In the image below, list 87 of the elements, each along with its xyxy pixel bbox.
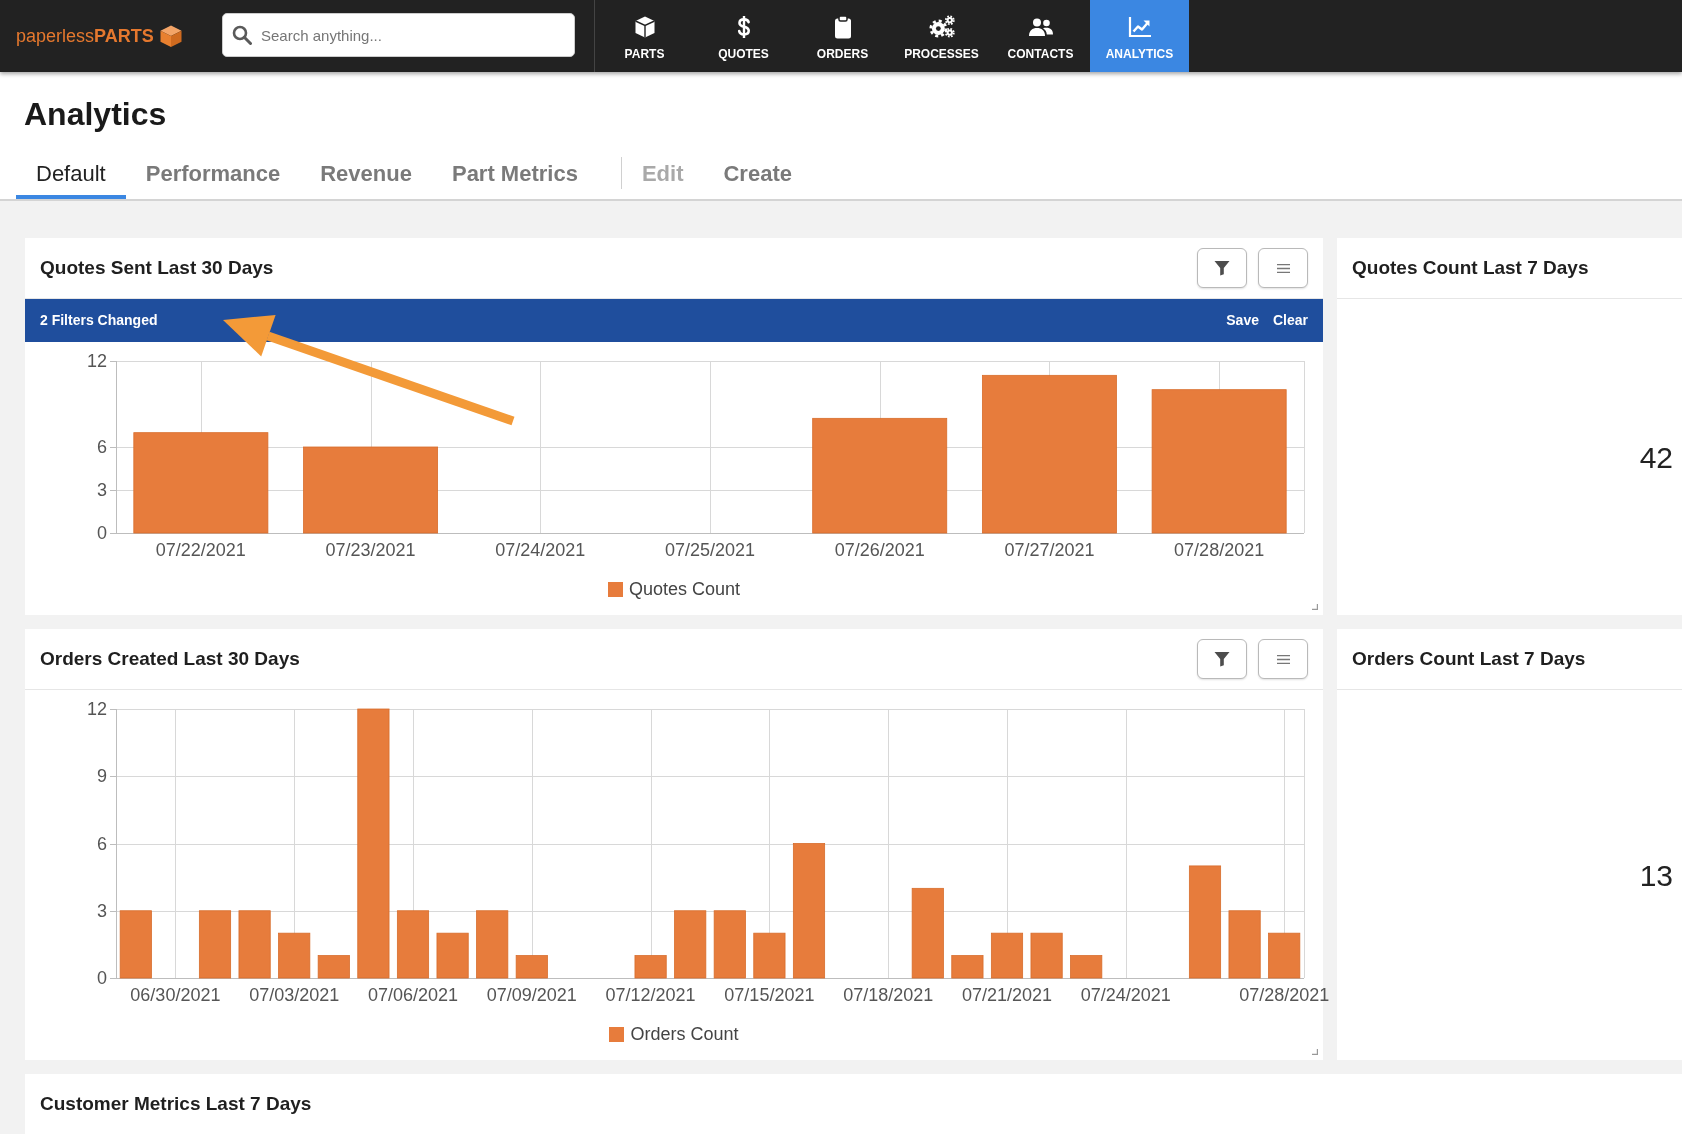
axis-tick-label: 07/23/2021 <box>325 540 416 560</box>
action-link[interactable]: Create <box>703 151 812 199</box>
filter-icon <box>1214 260 1230 276</box>
filter-button[interactable] <box>1197 639 1247 679</box>
axis-tick-label: 3 <box>97 480 107 500</box>
chart-bar <box>476 910 509 979</box>
nav-item[interactable]: PROCESSES <box>892 0 991 72</box>
widget-title: Orders Created Last 30 Days <box>40 646 300 671</box>
metric-value: 13 <box>1639 857 1673 894</box>
chart-bar <box>278 932 311 979</box>
cube-logo-icon <box>158 24 183 48</box>
widget-title: Quotes Count Last 7 Days <box>1352 255 1589 280</box>
menu-icon <box>1276 654 1290 664</box>
legend-label: Quotes Count <box>628 577 741 601</box>
axis-tick-label: 12 <box>86 351 107 371</box>
banner-action-link[interactable]: Clear <box>1272 310 1308 331</box>
chart-bar <box>198 910 232 979</box>
axis-tick-label: 07/24/2021 <box>495 540 586 560</box>
widget-title: Quotes Sent Last 30 Days <box>40 255 274 280</box>
cube-icon <box>632 14 657 39</box>
chart-bar <box>753 932 786 979</box>
axis-tick-label: 07/22/2021 <box>155 540 246 560</box>
axis-tick-label: 07/06/2021 <box>367 985 459 1005</box>
chart-bar <box>1268 932 1301 979</box>
axis-tick-label: 07/18/2021 <box>843 985 934 1005</box>
dollar-icon <box>736 14 751 39</box>
chart-bar <box>634 955 667 979</box>
axis-tick-label: 06/30/2021 <box>130 985 221 1005</box>
tab[interactable]: Revenue <box>300 151 432 199</box>
nav-item[interactable]: CONTACTS <box>991 0 1090 72</box>
search-icon <box>232 25 252 45</box>
gears-icon <box>928 14 955 39</box>
chart-bar <box>951 955 984 979</box>
nav-item[interactable]: PARTS <box>595 0 694 72</box>
legend-label: Orders Count <box>630 1022 739 1046</box>
chart-bar <box>713 910 746 979</box>
axis-tick-label: 07/28/2021 <box>1174 540 1265 560</box>
people-icon <box>1027 16 1054 37</box>
clipboard-icon <box>832 14 853 39</box>
nav-item[interactable]: ANALYTICS <box>1090 0 1189 72</box>
axis-tick-label: 6 <box>97 833 107 854</box>
chart-bar <box>317 955 350 979</box>
axis-tick-label: 07/26/2021 <box>834 540 925 560</box>
banner-action-link[interactable]: Save <box>1226 310 1259 331</box>
axis-tick-label: 07/24/2021 <box>1080 985 1171 1005</box>
axis-tick-label: 9 <box>97 766 107 787</box>
axis-tick-label: 6 <box>97 437 107 457</box>
axis-tick-label: 07/15/2021 <box>724 985 815 1005</box>
filter-icon <box>1214 651 1230 667</box>
widget-title: Customer Metrics Last 7 Days <box>40 1091 312 1116</box>
filter-status-text: 2 Filters Changed <box>40 311 158 330</box>
chart-bar <box>990 932 1024 979</box>
axis-tick-label: 12 <box>86 699 107 719</box>
chart-bar <box>396 910 430 979</box>
chart-bar <box>436 932 469 979</box>
axis-tick-label: 3 <box>97 900 107 921</box>
tab[interactable]: Part Metrics <box>431 151 598 199</box>
resize-handle-icon <box>1312 604 1318 610</box>
axis-tick-label: 07/09/2021 <box>486 985 577 1005</box>
axis-tick-label: 07/28/2021 <box>1239 985 1330 1005</box>
tab[interactable]: Default <box>16 151 126 199</box>
chart-bar <box>1070 955 1103 979</box>
nav-item[interactable]: ORDERS <box>793 0 892 72</box>
chart-bar <box>238 910 271 979</box>
axis-tick-label: 07/25/2021 <box>664 540 756 560</box>
widget-title: Orders Count Last 7 Days <box>1352 646 1586 671</box>
line-chart-icon <box>1127 15 1152 38</box>
chart-bar <box>674 910 707 979</box>
logo-link[interactable]: paperlessPARTS <box>0 0 222 72</box>
chart-bar <box>1228 910 1261 979</box>
axis-tick-label: 07/27/2021 <box>1004 540 1095 560</box>
axis-tick-label: 0 <box>97 523 107 543</box>
menu-icon <box>1276 263 1290 273</box>
tab[interactable]: Performance <box>125 151 301 199</box>
metric-value: 42 <box>1639 439 1673 476</box>
chart-bar <box>1030 932 1063 979</box>
axis-tick-label: 07/03/2021 <box>249 985 340 1005</box>
axis-tick-label: 07/12/2021 <box>605 985 696 1005</box>
chart-bar <box>119 910 152 979</box>
chart-bar <box>515 955 548 979</box>
axis-tick-label: 0 <box>97 968 107 988</box>
page-title: Analytics <box>23 95 168 134</box>
resize-handle-icon <box>1312 1049 1318 1055</box>
search-field[interactable]: Search anything... <box>222 13 575 57</box>
filter-button[interactable] <box>1197 248 1247 288</box>
nav-item[interactable]: QUOTES <box>694 0 793 72</box>
axis-tick-label: 07/21/2021 <box>961 985 1053 1005</box>
